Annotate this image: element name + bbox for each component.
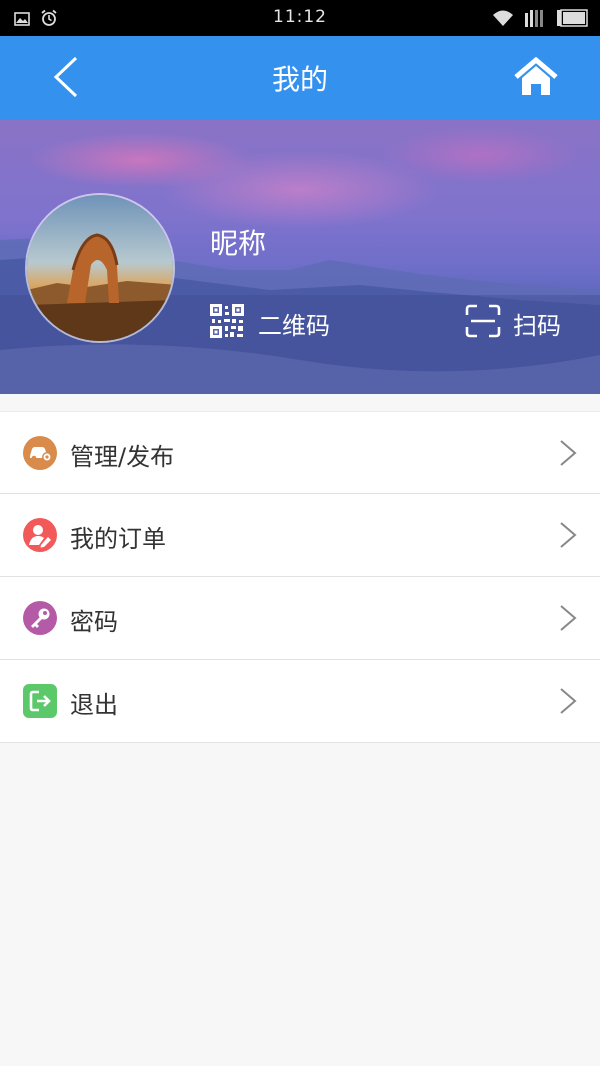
- key-icon: [23, 601, 57, 635]
- avatar[interactable]: [25, 193, 175, 343]
- status-right-icons: [492, 9, 588, 31]
- menu-item-label: 密码: [70, 608, 118, 636]
- person-edit-icon: [23, 518, 57, 552]
- menu-item-label: 管理/发布: [70, 443, 175, 471]
- scan-icon: [465, 304, 501, 342]
- wifi-icon: [492, 9, 514, 31]
- home-icon: [513, 56, 559, 101]
- chevron-right-icon: [558, 686, 578, 716]
- home-button[interactable]: [508, 54, 564, 104]
- qr-code-icon: [210, 304, 244, 342]
- menu-item-password[interactable]: 密码: [0, 577, 600, 660]
- signal-icon: [524, 9, 546, 31]
- scan-button[interactable]: 扫码: [465, 303, 561, 343]
- chevron-right-icon: [558, 520, 578, 550]
- nickname[interactable]: 昵称: [210, 222, 266, 262]
- menu-item-label: 退出: [70, 691, 118, 719]
- menu-item-label: 我的订单: [70, 525, 166, 553]
- scan-label: 扫码: [513, 311, 561, 340]
- battery-icon: [556, 9, 588, 31]
- menu-item-my-orders[interactable]: 我的订单: [0, 494, 600, 577]
- chevron-right-icon: [558, 438, 578, 468]
- menu-list: 管理/发布 我的订单 密码 退出: [0, 411, 600, 743]
- qr-code-button[interactable]: 二维码: [210, 303, 330, 343]
- menu-item-manage-publish[interactable]: 管理/发布: [0, 411, 600, 494]
- logout-icon: [23, 684, 57, 718]
- chevron-right-icon: [558, 603, 578, 633]
- menu-item-logout[interactable]: 退出: [0, 660, 600, 743]
- qr-code-label: 二维码: [258, 311, 330, 340]
- status-bar: 11:12: [0, 0, 600, 36]
- app-bar: 我的: [0, 36, 600, 120]
- car-icon: [23, 436, 57, 470]
